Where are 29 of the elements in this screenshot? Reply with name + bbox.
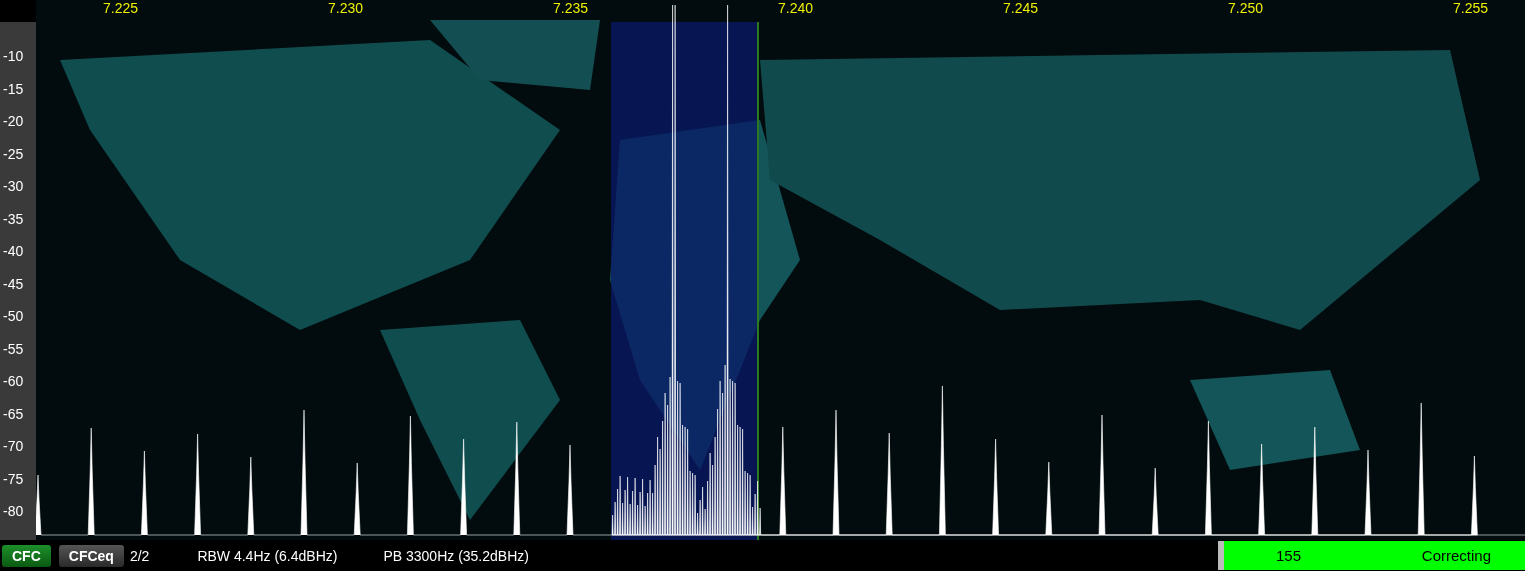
level-label: -75 bbox=[2, 469, 25, 489]
page-counter: 2/2 bbox=[129, 547, 150, 564]
level-label: -70 bbox=[2, 437, 25, 456]
mode-button[interactable]: CFCeq bbox=[58, 544, 124, 567]
frequency-label: 7.230 bbox=[326, 0, 364, 16]
mode-button[interactable]: CFC bbox=[2, 544, 51, 567]
frequency-label: 7.235 bbox=[551, 0, 589, 16]
indicator-status: Correcting bbox=[1421, 547, 1491, 564]
level-label: -65 bbox=[2, 404, 25, 424]
level-label: -35 bbox=[2, 209, 25, 229]
level-label: -10 bbox=[2, 47, 25, 66]
frequency-label: 7.255 bbox=[1451, 0, 1489, 16]
level-label: -25 bbox=[2, 144, 25, 164]
level-label: -30 bbox=[2, 177, 25, 196]
level-label: -15 bbox=[2, 79, 25, 99]
level-label: -40 bbox=[2, 242, 25, 261]
frequency-label: 7.250 bbox=[1226, 0, 1264, 16]
level-label: -55 bbox=[2, 339, 25, 359]
indicator-value: 155 bbox=[1276, 547, 1302, 564]
frequency-label: 7.245 bbox=[1001, 0, 1039, 16]
rbw-readout: RBW 4.4Hz (6.4dBHz) bbox=[197, 547, 338, 564]
level-label: -60 bbox=[2, 372, 25, 391]
level-label: -20 bbox=[2, 112, 25, 131]
frequency-label: 7.225 bbox=[101, 0, 139, 16]
level-label: -45 bbox=[2, 274, 25, 294]
frequency-label: 7.240 bbox=[776, 0, 814, 16]
passband-readout: PB 3300Hz (35.2dBHz) bbox=[383, 547, 529, 564]
level-label: -50 bbox=[2, 307, 25, 326]
level-label: -80 bbox=[2, 502, 25, 521]
